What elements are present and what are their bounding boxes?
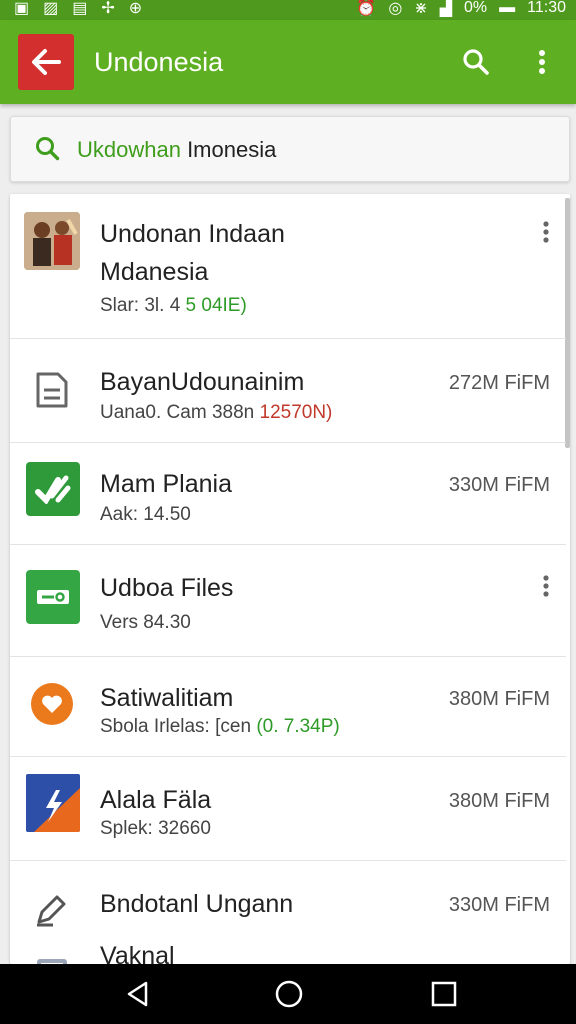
item-subtitle: Splek: 32660 [100, 818, 211, 839]
list-item[interactable]: BayanUdounainim Uana0. Cam 388n 12570N) … [10, 338, 566, 443]
item-title: Satiwalitiam [100, 684, 234, 712]
bolt-app-icon [26, 774, 80, 832]
app-toolbar: Undonesia [0, 20, 576, 104]
signal-icon: ▟ [439, 0, 453, 17]
files-app-icon [26, 570, 80, 624]
item-subtitle: Uana0. Cam 388n 12570N) [100, 402, 332, 424]
search-button[interactable] [458, 42, 494, 82]
item-subtitle: Aak: 14.50 [100, 504, 191, 525]
search-input[interactable]: Ukdowhan Imonesia [10, 116, 570, 182]
item-subtitle-text: Slar: 3l. 4 [100, 295, 181, 316]
item-title: Vaknal [100, 942, 175, 964]
more-vert-icon [543, 221, 549, 243]
item-menu-button[interactable] [534, 212, 558, 252]
list-item[interactable]: Alala Fäla Splek: 32660 380M FiFM [10, 756, 566, 861]
usb-icon: ✢ [101, 0, 115, 17]
avatar-image [24, 212, 80, 270]
battery-percent: 0% [464, 0, 488, 16]
more-vert-icon [543, 575, 549, 597]
item-size: 330M FiFM [448, 894, 550, 916]
photo-notification-icon: ▨ [43, 0, 59, 17]
notification-icons: ▣ ▨ ▤ ✢ ⊕ [14, 0, 142, 18]
item-size: 380M FiFM [448, 790, 550, 812]
list-item[interactable]: Mam Plania Aak: 14.50 330M FiFM [10, 442, 566, 545]
file-notification-icon: ▤ [72, 0, 88, 17]
arrow-left-icon [32, 49, 61, 75]
clock: 11:30 [527, 0, 566, 16]
item-title: Alala Fäla [100, 786, 212, 814]
list-item[interactable]: Satiwalitiam Sbola Irlelas: [cen (0. 7.3… [10, 656, 566, 757]
alarm-icon: ⏰ [356, 0, 377, 17]
status-bar: ▣ ▨ ▤ ✢ ⊕ ⏰ ◎ ⋇ ▟ 0% ▬ 11:30 [0, 0, 576, 20]
page-title: Undonesia [94, 47, 224, 77]
item-size: 330M FiFM [448, 474, 550, 496]
item-subtitle: Vers 84.30 [100, 612, 191, 633]
overflow-menu-button[interactable] [526, 42, 558, 82]
search-query-highlight: Ukdowhan [77, 137, 181, 162]
item-subtitle-highlight: 5 04IE) [185, 295, 247, 316]
nav-home-button[interactable] [259, 974, 319, 1014]
item-title: Udboa Files [100, 574, 234, 602]
system-icons: ⏰ ◎ ⋇ ▟ 0% ▬ 11:30 [356, 0, 566, 18]
item-size: 380M FiFM [448, 688, 550, 710]
item-subtitle-text: Uana0. Cam 388n [100, 402, 255, 423]
heart-app-icon [24, 676, 80, 732]
item-title: Undonan Indaan [100, 220, 285, 248]
nav-recents-button[interactable] [414, 974, 474, 1014]
wifi-icon: ⋇ [414, 0, 428, 17]
results-list: Undonan Indaan Mdanesia Slar: 3l. 4 5 04… [10, 194, 570, 964]
nav-back-button[interactable] [108, 974, 168, 1014]
item-title: BayanUdounainim [100, 368, 305, 396]
list-item[interactable]: Udboa Files Vers 84.30 [10, 544, 566, 657]
navigation-bar [0, 964, 576, 1024]
back-button[interactable] [18, 34, 74, 90]
item-title: Bndotanl Ungann [100, 890, 294, 918]
storage-icon [24, 942, 80, 964]
item-subtitle-text: Sbola Irlelas: [cen [100, 716, 252, 737]
item-menu-button[interactable] [534, 566, 558, 606]
home-circle-icon [275, 980, 303, 1008]
search-query: Ukdowhan Imonesia [77, 137, 276, 163]
list-item[interactable]: Bndotanl Ungann 330M FiFM Vaknal [10, 860, 566, 964]
item-subtitle: Slar: 3l. 4 5 04IE) [100, 295, 247, 317]
search-query-rest: Imonesia [180, 137, 277, 162]
image-notification-icon: ▣ [14, 0, 30, 17]
android-icon: ⊕ [128, 0, 143, 17]
more-vert-icon [539, 50, 545, 74]
item-title-line2: Mdanesia [100, 258, 209, 286]
list-item[interactable]: Undonan Indaan Mdanesia Slar: 3l. 4 5 04… [10, 194, 566, 339]
recents-square-icon [431, 981, 457, 1007]
item-subtitle-highlight: 12570N) [259, 402, 333, 423]
battery-icon: ▬ [499, 0, 516, 16]
edit-icon [24, 882, 80, 938]
back-triangle-icon [127, 981, 148, 1007]
item-size: 272M FiFM [448, 372, 550, 394]
item-subtitle: Sbola Irlelas: [cen (0. 7.34P) [100, 716, 340, 738]
search-icon [463, 49, 489, 75]
check-app-icon [26, 462, 80, 516]
sync-icon: ◎ [388, 0, 403, 17]
search-icon [36, 137, 60, 161]
document-icon [24, 362, 80, 418]
item-subtitle-highlight: (0. 7.34P) [256, 716, 340, 737]
item-title: Mam Plania [100, 470, 232, 498]
